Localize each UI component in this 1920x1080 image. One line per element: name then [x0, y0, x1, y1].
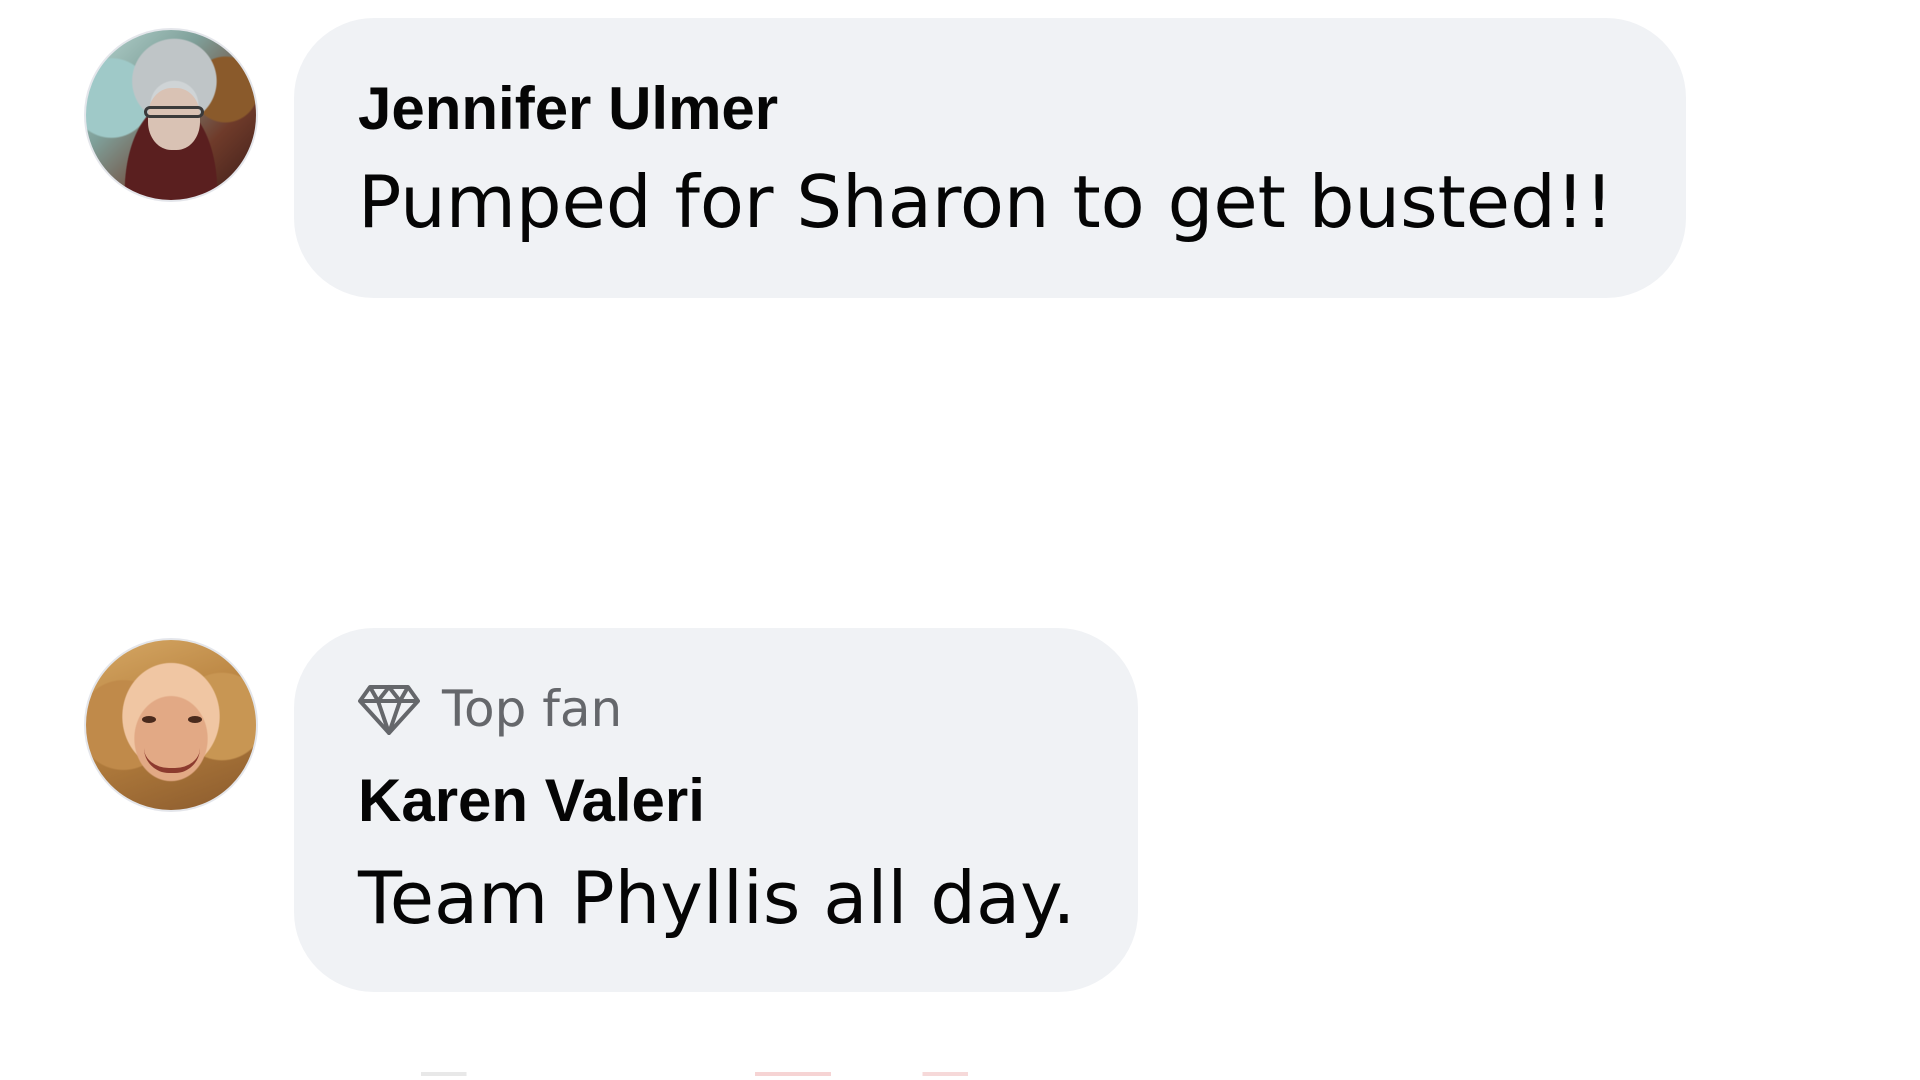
comment-author[interactable]: Jennifer Ulmer	[358, 74, 1686, 143]
avatar-eye-shape	[188, 716, 202, 723]
badge-label: Top fan	[442, 680, 623, 738]
diamond-icon	[358, 685, 420, 735]
avatar-smile-shape	[144, 748, 200, 773]
top-fan-badge: Top fan	[358, 680, 1138, 738]
comment-author[interactable]: Karen Valeri	[358, 766, 1138, 835]
comment-bubble: Top fan Karen Valeri Team Phyllis all da…	[294, 628, 1138, 992]
avatar-face-shape	[148, 88, 200, 150]
comment-text: Team Phyllis all day.	[358, 856, 1076, 940]
avatar[interactable]	[84, 638, 258, 812]
avatar[interactable]	[84, 28, 258, 202]
comment-bubble: Jennifer Ulmer Pumped for Sharon to get …	[294, 18, 1686, 298]
avatar-glasses-shape	[144, 106, 204, 118]
avatar-eye-shape	[142, 716, 156, 723]
comment-text: Pumped for Sharon to get busted!!	[358, 160, 1614, 244]
cropped-action-row	[360, 1072, 1120, 1076]
